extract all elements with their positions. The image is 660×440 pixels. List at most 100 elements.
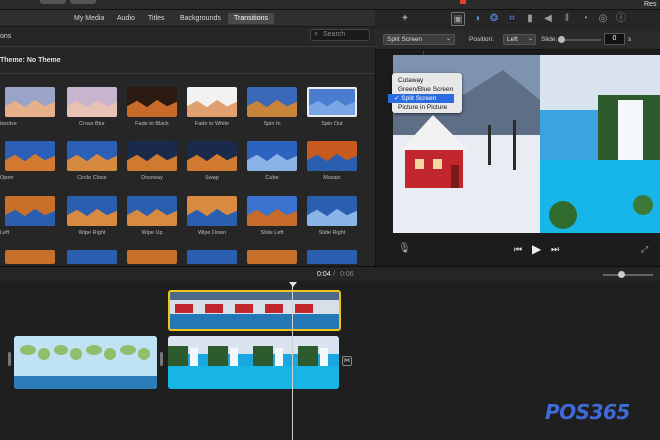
transition-thumbnail[interactable] <box>187 141 237 171</box>
transition-thumbnail[interactable] <box>127 87 177 117</box>
overlay-mode-value: Split Screen <box>387 36 423 43</box>
zoom-slider-track[interactable] <box>603 274 653 276</box>
transition-thumbnail-partial[interactable] <box>247 250 297 264</box>
transition-thumbnail[interactable] <box>307 87 357 117</box>
thumbnail-scene <box>127 153 177 171</box>
transition-label: Wipe Down <box>197 230 227 236</box>
top-button-2[interactable] <box>70 0 96 4</box>
info-icon[interactable]: ⓘ <box>614 12 628 26</box>
crop-icon[interactable]: ⌗ <box>505 12 519 26</box>
color-balance-icon[interactable]: ◑ <box>470 12 484 26</box>
overlay-mode-option[interactable]: Picture in Picture <box>392 103 458 112</box>
thumbnail-scene <box>307 153 357 171</box>
waterfall-clip[interactable] <box>168 336 339 389</box>
overlay-mode-option[interactable]: ✓ Split Screen <box>388 94 454 103</box>
transition-thumbnail[interactable] <box>5 87 55 117</box>
chevron-down-icon: ⌄ <box>445 36 451 42</box>
thumbnail-scene <box>309 100 355 115</box>
top-button-1[interactable] <box>40 0 66 4</box>
transition-thumbnail[interactable] <box>187 196 237 226</box>
tab-backgrounds[interactable]: Backgrounds <box>174 13 227 24</box>
search-input[interactable]: ⌕ Search <box>310 29 370 41</box>
equalizer-icon[interactable]: ǁ <box>560 12 574 26</box>
playhead-marker[interactable] <box>289 282 297 287</box>
overlay-mode-option-label: Green/Blue Screen <box>398 86 454 93</box>
play-icon[interactable]: ▶ <box>532 242 541 256</box>
map-clip[interactable] <box>14 336 157 389</box>
overlay-mode-select[interactable]: Split Screen ⌄ <box>383 34 455 45</box>
skip-back-icon[interactable]: ⏮ <box>514 244 522 255</box>
transition-thumbnail[interactable] <box>307 141 357 171</box>
transition-thumbnail[interactable] <box>67 87 117 117</box>
noise-reduction-icon[interactable]: ◎ <box>596 12 610 26</box>
transition-thumbnail[interactable] <box>247 196 297 226</box>
position-select[interactable]: Left ⌄ <box>503 34 536 45</box>
overlay-mode-option-label: Picture in Picture <box>398 104 448 111</box>
transition-thumbnail[interactable] <box>247 87 297 117</box>
microphone-icon[interactable]: 🎙 <box>398 243 411 254</box>
position-label: Position: <box>469 36 494 43</box>
speed-icon[interactable]: ◔ <box>578 12 592 26</box>
slide-unit: s <box>628 36 632 43</box>
transition-thumbnail-partial[interactable] <box>5 250 55 264</box>
slide-slider-handle[interactable] <box>558 36 565 43</box>
slide-slider-track[interactable] <box>561 39 601 41</box>
reset-partial-label[interactable]: Res <box>644 1 656 8</box>
overlay-clip[interactable] <box>168 290 341 331</box>
transition-label: Wipe Up <box>141 230 163 236</box>
transition-thumbnail[interactable] <box>5 141 55 171</box>
thumbnail-scene <box>5 153 55 171</box>
transition-label: Spin In <box>263 121 281 127</box>
skip-forward-icon[interactable]: ⏭ <box>551 244 559 255</box>
thumbnail-scene <box>67 153 117 171</box>
section-divider <box>0 46 375 47</box>
transition-thumbnail[interactable] <box>67 196 117 226</box>
transition-label: Mosaic <box>323 175 341 181</box>
overlay-mode-option[interactable]: Cutaway <box>392 76 458 85</box>
transition-label: Left <box>0 230 10 236</box>
transition-thumbnail[interactable] <box>5 196 55 226</box>
transition-thumbnail[interactable] <box>247 141 297 171</box>
transition-label: Circle Close <box>77 175 107 181</box>
tab-titles[interactable]: Titles <box>142 13 170 24</box>
transition-label: Slide Left <box>260 230 284 236</box>
transition-thumbnail[interactable] <box>127 196 177 226</box>
map-clip-thumbnails <box>14 336 157 389</box>
waterfall-clip-thumbnails <box>168 336 339 389</box>
thumbnail-scene <box>127 208 177 226</box>
transition-thumbnail-partial[interactable] <box>67 250 117 264</box>
transition-thumbnail-partial[interactable] <box>127 250 177 264</box>
transition-label: Open <box>0 175 14 181</box>
transition-label: Spin Out <box>321 121 343 127</box>
slide-label: Slide: <box>541 36 558 43</box>
tab-transitions[interactable]: Transitions <box>228 13 274 24</box>
section-divider-2 <box>0 73 375 74</box>
window-top-strip <box>0 0 660 10</box>
transition-thumbnail[interactable] <box>187 87 237 117</box>
transition-label: Fade to White <box>194 121 230 127</box>
transition-thumbnail-partial[interactable] <box>187 250 237 264</box>
slide-duration-field[interactable]: 0 <box>604 33 625 45</box>
zoom-slider-handle[interactable] <box>618 271 625 278</box>
transition-thumbnail[interactable] <box>127 141 177 171</box>
tab-my-media[interactable]: My Media <box>68 13 110 24</box>
magic-wand-icon[interactable]: ✦ <box>398 12 412 26</box>
transition-thumbnail-partial[interactable] <box>307 250 357 264</box>
thumbnail-scene <box>307 208 357 226</box>
overlay-mode-option[interactable]: Green/Blue Screen <box>392 85 458 94</box>
sidebar-partial-label: ons <box>0 33 12 40</box>
video-overlay-icon[interactable]: ▣ <box>451 12 465 26</box>
color-correction-icon[interactable]: ❂ <box>487 12 501 26</box>
playhead[interactable] <box>292 283 293 440</box>
fullscreen-icon[interactable]: ⤢ <box>641 244 648 255</box>
volume-icon[interactable]: ◀ <box>541 12 555 26</box>
transition-marker-icon[interactable]: ⋈ <box>342 356 352 366</box>
transition-thumbnail[interactable] <box>307 196 357 226</box>
search-placeholder: Search <box>323 31 346 38</box>
transition-thumbnail[interactable] <box>67 141 117 171</box>
clip-trim-handle-left[interactable] <box>8 352 11 366</box>
stabilization-icon[interactable]: ▮ <box>523 12 537 26</box>
thumbnail-scene <box>127 99 177 117</box>
clip-trim-handle-right[interactable] <box>160 352 163 366</box>
tab-audio[interactable]: Audio <box>111 13 141 24</box>
